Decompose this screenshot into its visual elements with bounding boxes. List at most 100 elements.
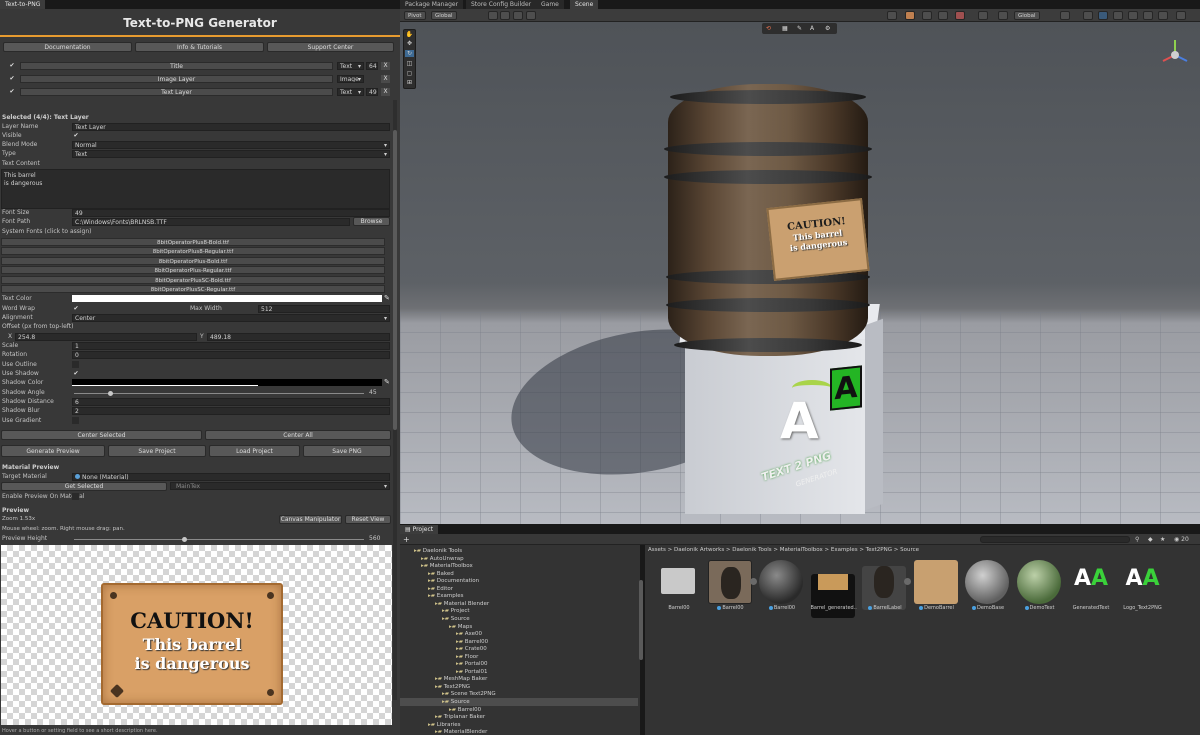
hidden-objects-icon[interactable] <box>1143 11 1153 20</box>
pivot-dropdown[interactable]: Pivot <box>404 11 426 20</box>
hand-tool-icon[interactable]: ✋ <box>405 31 414 38</box>
shadow-color-swatch[interactable] <box>72 379 382 386</box>
tab-package-manager[interactable]: Package Manager <box>400 0 464 9</box>
lighting-icon[interactable] <box>1098 11 1108 20</box>
use-shadow-checkbox[interactable]: ✔ <box>72 370 80 378</box>
eyedropper-icon[interactable]: ✎ <box>384 294 390 302</box>
tab-game[interactable]: Game <box>536 0 564 9</box>
info-tutorials-button[interactable]: Info & Tutorials <box>135 42 264 52</box>
layer-visible-checkbox[interactable]: ✔ <box>8 75 16 83</box>
orientation-gizmo[interactable] <box>1155 35 1195 75</box>
draw-mode-icon[interactable] <box>887 11 897 20</box>
gear-icon[interactable]: ⚙ <box>825 23 830 34</box>
increment-icon[interactable] <box>526 11 536 20</box>
layer-row-text[interactable]: Text Layer <box>20 88 333 96</box>
text-color-swatch[interactable] <box>72 295 382 302</box>
type-dropdown[interactable]: Text <box>72 150 390 158</box>
rect-tool-icon[interactable]: ▢ <box>405 70 414 77</box>
tool-icon[interactable] <box>955 11 965 20</box>
material-icon[interactable] <box>905 11 915 20</box>
font-list-item[interactable]: 8bitOperatorPlus8-Bold.ttf <box>1 238 385 246</box>
tool-icon[interactable] <box>938 11 948 20</box>
use-outline-checkbox[interactable] <box>72 361 79 368</box>
layer-remove-button[interactable]: X <box>381 88 390 96</box>
layer-visible-checkbox[interactable]: ✔ <box>8 88 16 96</box>
texture-property-dropdown[interactable]: _MainTex <box>170 482 390 490</box>
scale-input[interactable]: 1 <box>72 342 390 350</box>
asset-tile[interactable]: DemoBarrel <box>913 560 960 611</box>
transform-tool-icon[interactable]: ⊞ <box>405 79 414 86</box>
asset-tile[interactable]: Barrel_generated... <box>810 560 857 618</box>
expand-icon[interactable] <box>749 578 757 585</box>
view-tool-icon[interactable] <box>978 11 988 20</box>
tree-item[interactable]: ▸▰ MaterialBlender <box>400 728 638 735</box>
grid-icon[interactable] <box>513 11 523 20</box>
browse-button[interactable]: Browse <box>353 217 390 226</box>
overlay-icon[interactable]: ▦ <box>782 23 788 34</box>
shadow-angle-slider-thumb[interactable] <box>108 391 114 396</box>
layer-row-image[interactable]: Image Layer <box>20 75 333 83</box>
documentation-button[interactable]: Documentation <box>3 42 132 52</box>
ai-icon[interactable]: A <box>810 23 814 34</box>
center-selected-button[interactable]: Center Selected <box>1 430 202 440</box>
scale-tool-icon[interactable]: ◫ <box>405 60 414 67</box>
target-material-field[interactable]: None (Material) <box>72 473 390 481</box>
layer-type-dropdown[interactable]: Text <box>337 62 364 70</box>
asset-tile[interactable]: Barrel00 <box>707 560 757 611</box>
effects-icon[interactable] <box>1128 11 1138 20</box>
global-dropdown[interactable]: Global <box>431 11 457 20</box>
asset-tile[interactable]: DemoBase <box>965 560 1011 611</box>
filter-icon[interactable]: ⚲ <box>1135 535 1139 544</box>
font-list-item[interactable]: 8bitOperatorPlusSC-Regular.ttf <box>1 285 385 293</box>
layer-row-title[interactable]: Title <box>20 62 333 70</box>
audio-icon[interactable] <box>1113 11 1123 20</box>
asset-tile[interactable]: AA GeneratedText <box>1068 560 1114 611</box>
pedestal-cube[interactable] <box>685 339 865 514</box>
project-search-input[interactable] <box>980 536 1130 543</box>
load-project-button[interactable]: Load Project <box>209 445 300 457</box>
preview-height-slider[interactable] <box>74 539 364 540</box>
max-width-input[interactable]: 512 <box>258 305 390 313</box>
breadcrumb[interactable]: Assets > Daelonik Artworks > Daelonik To… <box>648 546 919 554</box>
tab-text-to-png[interactable]: Text-to-PNG <box>0 0 46 9</box>
preview-height-slider-thumb[interactable] <box>182 537 188 542</box>
get-selected-button[interactable]: Get Selected <box>1 482 167 491</box>
layer-name-input[interactable]: Text Layer <box>72 123 390 131</box>
2d-toggle-icon[interactable] <box>1083 11 1093 20</box>
font-path-input[interactable]: C:\Windows\Fonts\BRLNSB.TTF <box>72 218 350 226</box>
tool-icon[interactable] <box>998 11 1008 20</box>
layer-remove-button[interactable]: X <box>381 62 390 70</box>
canvas-manipulator-button[interactable]: Canvas Manipulator <box>279 515 342 524</box>
offset-x-input[interactable]: 254.8 <box>15 333 197 341</box>
word-wrap-checkbox[interactable]: ✔ <box>72 305 80 313</box>
layer-size-field[interactable]: 49 <box>366 88 378 96</box>
layer-remove-button[interactable]: X <box>381 75 390 83</box>
enable-preview-checkbox[interactable] <box>72 493 79 500</box>
font-list-item[interactable]: 8bitOperatorPlus-Regular.ttf <box>1 266 385 274</box>
tab-project[interactable]: ▤ Project <box>400 525 439 534</box>
expand-icon[interactable] <box>904 578 911 585</box>
font-list-item[interactable]: 8bitOperatorPlusSC-Bold.ttf <box>1 276 385 284</box>
layer-visible-checkbox[interactable]: ✔ <box>8 62 16 70</box>
asset-tile[interactable]: DemoText <box>1016 560 1063 611</box>
center-all-button[interactable]: Center All <box>205 430 391 440</box>
tab-store-config-builder[interactable]: Store Config Builder <box>466 0 537 9</box>
tab-scene[interactable]: Scene <box>570 0 599 9</box>
layer-type-dropdown[interactable]: Text <box>337 88 364 96</box>
use-gradient-checkbox[interactable] <box>72 417 79 424</box>
eyedropper-icon[interactable]: ✎ <box>384 378 390 386</box>
font-list-item[interactable]: 8bitOperatorPlus-Bold.ttf <box>1 257 385 265</box>
transform-tool-icon[interactable] <box>488 11 498 20</box>
label-icon[interactable]: ◆ <box>1148 535 1153 544</box>
font-size-input[interactable]: 49 <box>72 209 390 217</box>
brush-icon[interactable]: ✎ <box>797 23 802 34</box>
scene-viewport[interactable]: CAUTION! This barrel is dangerous A A TE… <box>400 22 1200 524</box>
add-asset-button[interactable]: + <box>403 535 410 544</box>
save-png-button[interactable]: Save PNG <box>303 445 391 457</box>
text-content-area[interactable]: This barrel is dangerous <box>1 169 390 209</box>
visible-checkbox[interactable]: ✔ <box>72 132 80 140</box>
project-folder-tree[interactable]: ▸▰ Daelonik Tools ▸▰ AutoUnwrap ▸▰ Materia… <box>400 545 640 735</box>
font-list-item[interactable]: 8bitOperatorPlus8-Regular.ttf <box>1 247 385 255</box>
shadow-distance-input[interactable]: 6 <box>72 398 390 406</box>
camera-icon[interactable] <box>1158 11 1168 20</box>
